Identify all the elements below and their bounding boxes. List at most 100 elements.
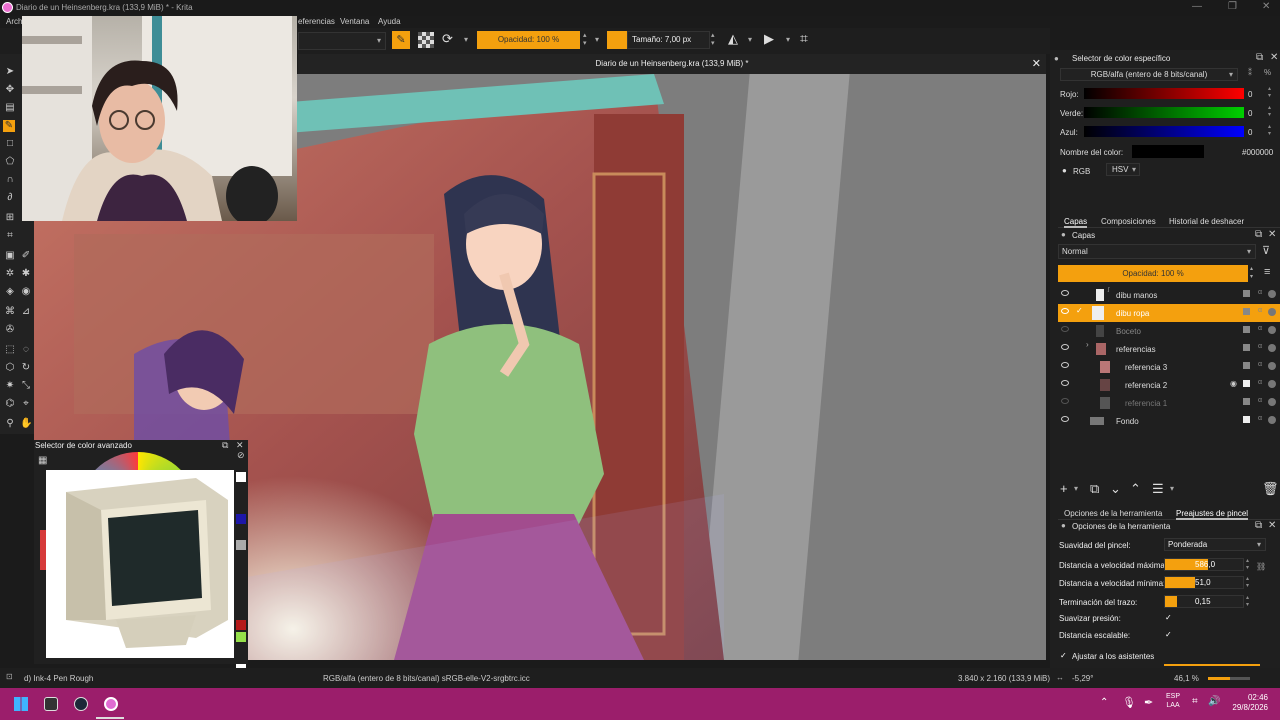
menu-window[interactable]: Ventana xyxy=(340,17,369,26)
layer-props-icon[interactable] xyxy=(1268,308,1276,316)
freehand-select-icon[interactable]: ↻ xyxy=(20,362,32,374)
size-spinner[interactable]: ▴ ▾ xyxy=(711,32,715,48)
alpha-icon[interactable]: α xyxy=(1258,379,1262,386)
bezier-select-icon[interactable]: ⌬ xyxy=(4,398,16,410)
lock-icon[interactable] xyxy=(1243,290,1250,297)
layer-row[interactable]: referencia 2 ◉ α xyxy=(1058,376,1280,394)
microphone-icon[interactable]: 🎙 xyxy=(1122,696,1136,709)
swatch[interactable] xyxy=(236,620,246,630)
tab-tool-options[interactable]: Opciones de la herramienta xyxy=(1064,509,1162,518)
eye-icon[interactable] xyxy=(1061,290,1069,296)
eye-icon[interactable] xyxy=(1061,308,1069,314)
gradient-tool-icon[interactable]: ▣ xyxy=(4,250,16,262)
red-value[interactable]: 0 xyxy=(1248,90,1252,99)
check-icon[interactable]: ✓ xyxy=(1076,306,1083,315)
delete-layer-icon[interactable]: 🗑 xyxy=(1262,481,1279,497)
blend-mode-dropdown[interactable]: Normal ▾ xyxy=(1058,244,1256,259)
chain-link-icon[interactable]: ⛓ xyxy=(1256,562,1266,571)
float-panel-icon[interactable]: ⧉ xyxy=(1255,229,1262,240)
brush-name[interactable]: d) Ink-4 Pen Rough xyxy=(24,674,93,683)
mirror-vertical-icon[interactable]: ▶ xyxy=(764,31,774,47)
blue-slider[interactable] xyxy=(1084,126,1244,137)
network-icon[interactable]: ⌗ xyxy=(1192,696,1198,707)
rectangle-tool-icon[interactable]: □ xyxy=(4,138,16,150)
eye-hidden-icon[interactable] xyxy=(1061,326,1069,332)
scalable-checkbox[interactable]: ✓ xyxy=(1165,630,1172,639)
selector-settings-icon[interactable]: ▦ xyxy=(38,455,47,466)
menu-lines-icon[interactable]: ≡ xyxy=(1264,266,1270,278)
mirror-horizontal-icon[interactable]: ◭ xyxy=(728,31,738,47)
lock-icon[interactable] xyxy=(1243,308,1250,315)
eye-hidden-icon[interactable] xyxy=(1061,398,1069,404)
taskbar-app-icon[interactable] xyxy=(44,697,58,711)
menu-file[interactable]: Arch xyxy=(6,17,22,26)
settings-icon[interactable]: ⁑ xyxy=(1248,68,1252,77)
menu-help[interactable]: Ayuda xyxy=(378,17,401,26)
close-panel-icon[interactable]: ✕ xyxy=(1268,520,1276,531)
eye-icon[interactable] xyxy=(1061,416,1069,422)
freehand-path-icon[interactable]: ∂ xyxy=(4,192,16,204)
pan-tool-icon[interactable]: ✋ xyxy=(20,418,32,430)
alpha-icon[interactable]: α xyxy=(1258,343,1262,350)
float-panel-icon[interactable]: ⧉ xyxy=(222,440,228,451)
ellipse-select-icon[interactable]: ◌ xyxy=(20,344,32,356)
tab-compositions[interactable]: Composiciones xyxy=(1101,217,1156,226)
option-spinner[interactable]: ▴ ▾ xyxy=(1246,558,1249,572)
layer-props-icon[interactable] xyxy=(1268,362,1276,370)
collapse-icon[interactable]: › xyxy=(1086,340,1089,349)
assistant-tool-icon[interactable]: ⌘ xyxy=(4,306,16,318)
chevron-down-icon[interactable]: ▾ xyxy=(1170,484,1174,493)
option-spinner[interactable]: ▴ ▾ xyxy=(1246,576,1249,590)
alpha-icon[interactable]: α xyxy=(1258,397,1262,404)
brush-preview-icon[interactable]: ⊡ xyxy=(6,672,13,681)
brush-preset-dropdown[interactable]: ▾ xyxy=(298,32,386,50)
lock-icon[interactable] xyxy=(1243,326,1250,333)
menu-references[interactable]: eferencias xyxy=(298,17,335,26)
lock-icon[interactable] xyxy=(1243,416,1250,423)
wrap-around-icon[interactable]: ⌗ xyxy=(800,30,808,47)
edit-shapes-icon[interactable]: ✥ xyxy=(4,84,16,96)
brush-tool-icon[interactable]: ✎ xyxy=(3,120,15,132)
chevron-down-icon[interactable]: ▾ xyxy=(1074,484,1078,493)
blue-value[interactable]: 0 xyxy=(1248,128,1252,137)
swatch[interactable] xyxy=(236,472,246,482)
layer-row[interactable]: ᶴ dibu manos α xyxy=(1058,286,1280,304)
zoom-value[interactable]: 46,1 % xyxy=(1174,674,1199,683)
eye-icon[interactable] xyxy=(1061,362,1069,368)
smart-patch-icon[interactable]: ✲ xyxy=(4,268,16,280)
alpha-icon[interactable]: α xyxy=(1258,289,1262,296)
rotation-value[interactable]: -5,29° xyxy=(1072,674,1093,683)
transform-tool-icon[interactable]: ⊞ xyxy=(4,212,16,224)
hsv-mode-dropdown[interactable]: HSV ▾ xyxy=(1106,163,1140,176)
option-slider[interactable]: 51,0 xyxy=(1164,576,1244,589)
layer-props-icon[interactable] xyxy=(1268,380,1276,388)
chevron-down-icon[interactable]: ▾ xyxy=(786,35,790,44)
move-down-icon[interactable]: ⌄ xyxy=(1110,481,1121,497)
swatch[interactable] xyxy=(236,514,246,524)
select-shapes-icon[interactable]: ➤ xyxy=(4,66,16,78)
clock[interactable]: 02:46 29/8/2026 xyxy=(1228,693,1268,713)
layer-props-icon[interactable] xyxy=(1268,290,1276,298)
duplicate-layer-icon[interactable]: ⧉ xyxy=(1090,481,1099,497)
eye-icon[interactable] xyxy=(1061,380,1069,386)
layer-row[interactable]: Fondo α xyxy=(1058,412,1280,430)
lock-icon[interactable] xyxy=(1243,344,1250,351)
zoom-slider-track[interactable] xyxy=(1230,677,1250,680)
option-spinner[interactable]: ▴ ▾ xyxy=(1246,595,1249,609)
layer-row[interactable]: referencia 1 α xyxy=(1058,394,1280,412)
smoothing-dropdown[interactable]: Ponderada ▾ xyxy=(1164,538,1266,551)
tab-undo-history[interactable]: Historial de deshacer xyxy=(1169,217,1244,226)
crop-tool-icon[interactable]: ⌗ xyxy=(4,230,16,242)
magic-wand-icon[interactable]: ✷ xyxy=(4,380,16,392)
volume-icon[interactable]: 🔊 xyxy=(1208,696,1220,707)
float-panel-icon[interactable]: ⧉ xyxy=(1256,52,1263,63)
option-slider[interactable]: 586,0 xyxy=(1164,558,1244,571)
layer-opacity-slider[interactable]: Opacidad: 100 % xyxy=(1058,265,1248,282)
pen-icon[interactable]: ✒ xyxy=(1144,696,1153,709)
layer-row[interactable]: referencia 3 α xyxy=(1058,358,1280,376)
measure-tool-icon[interactable]: ⊿ xyxy=(20,306,32,318)
layer-props-icon[interactable] xyxy=(1268,398,1276,406)
lock-icon[interactable] xyxy=(1243,398,1250,405)
layer-properties-icon[interactable]: ☰ xyxy=(1152,481,1164,497)
float-panel-icon[interactable]: ⧉ xyxy=(1255,520,1262,531)
